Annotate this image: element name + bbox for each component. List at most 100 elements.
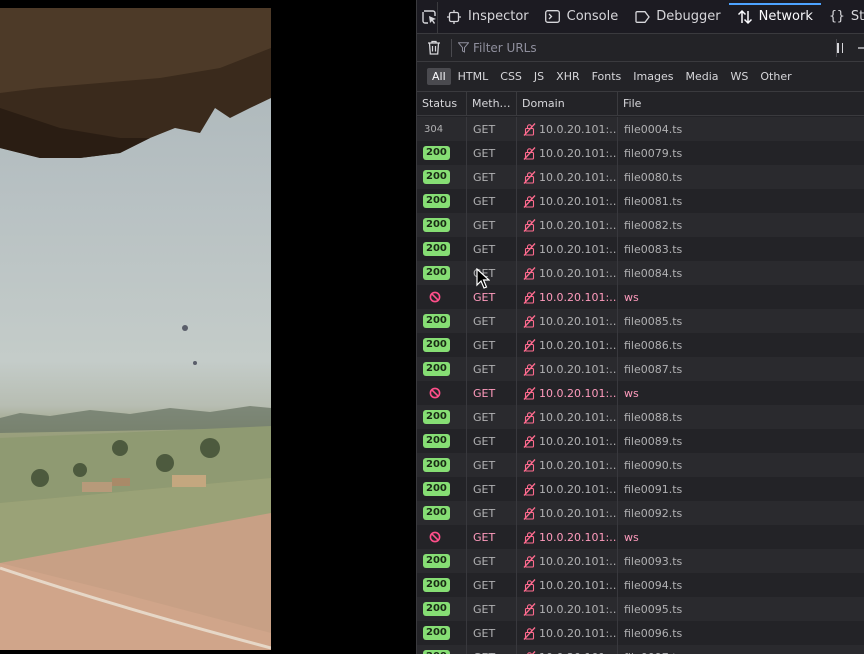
domain-cell: 10.0.20.101:…	[517, 549, 618, 573]
domain-cell: 10.0.20.101:…	[517, 645, 618, 654]
file-cell: file0094.ts	[624, 578, 683, 592]
method-cell: GET	[467, 117, 517, 141]
insecure-connection-icon	[523, 170, 536, 184]
method-cell: GET	[467, 549, 517, 573]
filter-css-button[interactable]: CSS	[495, 68, 527, 85]
filter-urls-input[interactable]	[473, 40, 773, 55]
column-header-file[interactable]: File	[618, 92, 864, 116]
domain-text: 10.0.20.101:…	[539, 194, 618, 208]
request-row[interactable]: GET 10.0.20.101:… ws	[417, 285, 864, 309]
request-row[interactable]: 200 GET 10.0.20.101:… file0082.ts	[417, 213, 864, 237]
method-cell: GET	[467, 261, 517, 285]
status-badge: 200	[423, 602, 450, 616]
request-row[interactable]: 200 GET 10.0.20.101:… file0092.ts	[417, 501, 864, 525]
status-badge: 200	[423, 170, 450, 184]
tab-style-editor[interactable]: {} Style	[821, 1, 864, 33]
method-cell: GET	[467, 477, 517, 501]
request-row[interactable]: 200 GET 10.0.20.101:…file0097.ts	[417, 645, 864, 654]
request-row[interactable]: 200 GET 10.0.20.101:… file0090.ts	[417, 453, 864, 477]
method-cell: GET	[467, 237, 517, 261]
filter-html-button[interactable]: HTML	[453, 68, 494, 85]
status-badge: 200	[423, 194, 450, 208]
blocked-icon	[429, 387, 441, 399]
filter-other-button[interactable]: Other	[755, 68, 796, 85]
file-cell: file0079.ts	[624, 146, 683, 160]
pause-button[interactable]	[832, 40, 848, 56]
status-badge: 200	[423, 434, 450, 448]
tab-network[interactable]: Network	[728, 1, 822, 33]
domain-cell: 10.0.20.101:…	[517, 285, 618, 309]
domain-cell: 10.0.20.101:…	[517, 621, 618, 645]
domain-cell: 10.0.20.101:…	[517, 309, 618, 333]
toolbar-overflow-icon[interactable]	[858, 42, 864, 54]
request-row[interactable]: 200 GET 10.0.20.101:… file0081.ts	[417, 189, 864, 213]
method-cell: GET	[467, 621, 517, 645]
request-row[interactable]: GET 10.0.20.101:… ws	[417, 525, 864, 549]
status-cell: 200	[417, 405, 467, 429]
domain-text: 10.0.20.101:…	[539, 146, 618, 160]
devtools-panel: Inspector Console Debugger Network {} St…	[416, 0, 864, 654]
method-cell: GET	[467, 189, 517, 213]
request-row[interactable]: 200 GET 10.0.20.101:… file0088.ts	[417, 405, 864, 429]
request-row[interactable]: 200 GET 10.0.20.101:… file0094.ts	[417, 573, 864, 597]
domain-cell: 10.0.20.101:…	[517, 237, 618, 261]
domain-text: 10.0.20.101:…	[539, 314, 618, 328]
file-cell: file0084.ts	[624, 266, 683, 280]
domain-text: 10.0.20.101:…	[539, 530, 618, 544]
status-cell: 200	[417, 453, 467, 477]
insecure-connection-icon	[523, 554, 536, 568]
column-header-status[interactable]: Status	[417, 91, 467, 116]
request-row[interactable]: 200 GET 10.0.20.101:… file0079.ts	[417, 141, 864, 165]
request-row[interactable]: 200 GET 10.0.20.101:… file0086.ts	[417, 333, 864, 357]
file-cell: ws	[624, 290, 639, 304]
filter-fonts-button[interactable]: Fonts	[587, 68, 627, 85]
video-letterbox-top	[0, 0, 271, 8]
domain-cell: 10.0.20.101:…	[517, 333, 618, 357]
request-row[interactable]: 304 GET 10.0.20.101:… file0004.ts	[417, 117, 864, 141]
domain-cell: 10.0.20.101:…	[517, 405, 618, 429]
request-row[interactable]: 200 GET 10.0.20.101:… file0093.ts	[417, 549, 864, 573]
clear-button[interactable]	[423, 37, 445, 59]
column-header-domain[interactable]: Domain	[517, 91, 618, 116]
filter-ws-button[interactable]: WS	[726, 68, 754, 85]
insecure-connection-icon	[523, 266, 536, 280]
file-cell: file0082.ts	[624, 218, 683, 232]
request-row[interactable]: 200 GET 10.0.20.101:… file0083.ts	[417, 237, 864, 261]
file-cell: file0004.ts	[624, 122, 683, 136]
tab-console[interactable]: Console	[537, 1, 627, 33]
filter-js-button[interactable]: JS	[529, 68, 549, 85]
column-header-method[interactable]: Meth…	[467, 91, 517, 116]
request-row[interactable]: 200 GET 10.0.20.101:… file0085.ts	[417, 309, 864, 333]
request-row[interactable]: 200 GET 10.0.20.101:… file0096.ts	[417, 621, 864, 645]
insecure-connection-icon	[523, 146, 536, 160]
status-badge: 200	[423, 482, 450, 496]
file-cell: file0081.ts	[624, 194, 683, 208]
tab-debugger[interactable]: Debugger	[626, 1, 728, 33]
tab-inspector[interactable]: Inspector	[438, 1, 537, 33]
request-row[interactable]: 200 GET 10.0.20.101:… file0087.ts	[417, 357, 864, 381]
filter-xhr-button[interactable]: XHR	[551, 68, 584, 85]
request-row[interactable]: 200 GET 10.0.20.101:… file0095.ts	[417, 597, 864, 621]
method-cell: GET	[467, 597, 517, 621]
request-row[interactable]: 200 GET 10.0.20.101:… file0089.ts	[417, 429, 864, 453]
status-badge: 200	[423, 554, 450, 568]
request-row[interactable]: 200 GET 10.0.20.101:… file0084.ts	[417, 261, 864, 285]
filter-all-button[interactable]: All	[427, 68, 451, 85]
requests-table-header: Status Meth… Domain File	[417, 91, 864, 116]
filter-media-button[interactable]: Media	[680, 68, 723, 85]
toolbar-separator	[451, 38, 452, 57]
domain-text: 10.0.20.101:…	[539, 362, 618, 376]
method-cell: GET	[467, 501, 517, 525]
request-row[interactable]: 200 GET 10.0.20.101:… file0080.ts	[417, 165, 864, 189]
domain-text: 10.0.20.101:…	[539, 218, 618, 232]
request-type-filters: All HTML CSS JS XHR Fonts Images Media W…	[417, 62, 864, 92]
method-cell: GET	[467, 645, 517, 654]
element-picker-button[interactable]	[421, 0, 438, 33]
request-row[interactable]: GET 10.0.20.101:… ws	[417, 381, 864, 405]
domain-cell: 10.0.20.101:…	[517, 573, 618, 597]
request-row[interactable]: 200 GET 10.0.20.101:… file0091.ts	[417, 477, 864, 501]
status-cell: 200	[417, 597, 467, 621]
file-cell: ws	[624, 530, 639, 544]
filter-images-button[interactable]: Images	[628, 68, 678, 85]
insecure-connection-icon	[523, 602, 536, 616]
